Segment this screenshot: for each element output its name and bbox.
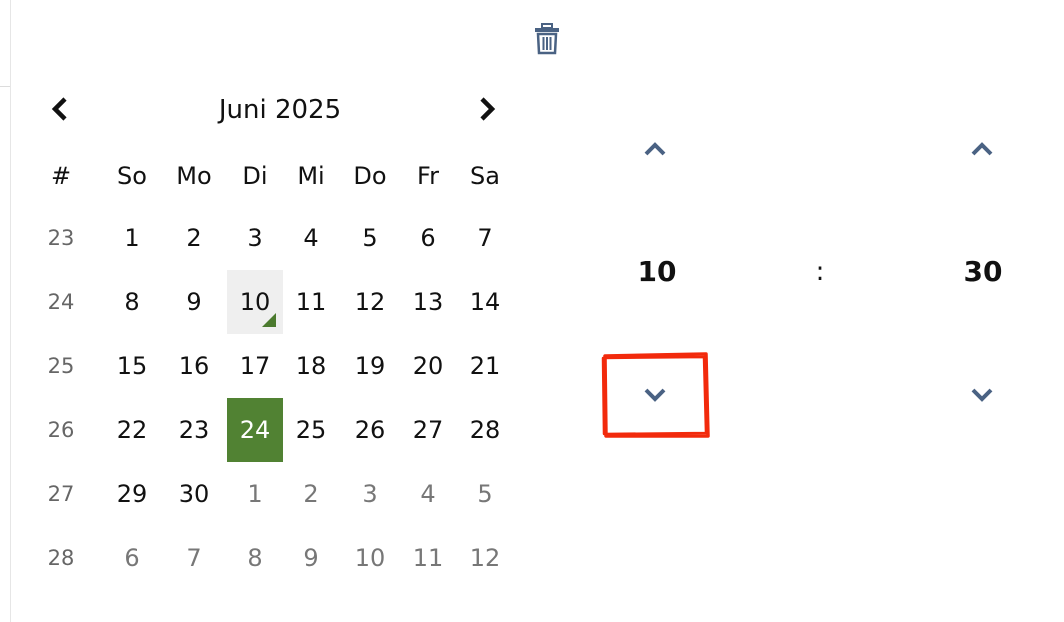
- week-number: 25: [47, 354, 75, 378]
- calendar-day[interactable]: 11: [283, 270, 339, 334]
- weekday-header: Fr: [417, 162, 439, 190]
- calendar-day[interactable]: 13: [400, 270, 456, 334]
- calendar-day[interactable]: 26: [342, 398, 398, 462]
- calendar-day[interactable]: 10: [227, 270, 283, 334]
- trash-icon: [535, 23, 559, 55]
- chevron-up-icon: [644, 142, 666, 156]
- calendar-day[interactable]: 23: [166, 398, 222, 462]
- calendar-day[interactable]: 10: [342, 526, 398, 590]
- hours-down-button[interactable]: [633, 379, 677, 415]
- chevron-right-icon: [480, 97, 496, 121]
- weekday-header: Sa: [470, 162, 500, 190]
- calendar-day[interactable]: 18: [283, 334, 339, 398]
- calendar-day[interactable]: 7: [457, 206, 513, 270]
- clear-button[interactable]: [531, 22, 563, 56]
- calendar-day[interactable]: 9: [166, 270, 222, 334]
- week-number: 27: [47, 482, 75, 506]
- chevron-up-icon: [971, 142, 993, 156]
- calendar-day[interactable]: 16: [166, 334, 222, 398]
- weekday-header: Mo: [176, 162, 212, 190]
- calendar-day[interactable]: 17: [227, 334, 283, 398]
- chevron-down-icon: [644, 388, 666, 402]
- calendar-day[interactable]: 29: [104, 462, 160, 526]
- week-number-header: #: [50, 162, 72, 190]
- calendar-day[interactable]: 8: [104, 270, 160, 334]
- chevron-down-icon: [971, 388, 993, 402]
- week-number: 28: [47, 546, 75, 570]
- next-month-button[interactable]: [470, 90, 504, 130]
- calendar-day[interactable]: 4: [283, 206, 339, 270]
- calendar-day[interactable]: 2: [166, 206, 222, 270]
- time-separator: :: [815, 257, 825, 287]
- minutes-up-button[interactable]: [960, 133, 1004, 169]
- weekday-header: Do: [353, 162, 387, 190]
- calendar-day[interactable]: 7: [166, 526, 222, 590]
- weekday-header: So: [117, 162, 147, 190]
- calendar-day[interactable]: 1: [227, 462, 283, 526]
- calendar-day[interactable]: 15: [104, 334, 160, 398]
- calendar-day[interactable]: 21: [457, 334, 513, 398]
- week-number: 26: [47, 418, 75, 442]
- weekday-header: Mi: [297, 162, 325, 190]
- chevron-left-icon: [51, 97, 67, 121]
- month-title[interactable]: Juni 2025: [180, 92, 380, 128]
- calendar-day[interactable]: 25: [283, 398, 339, 462]
- week-number: 23: [47, 226, 75, 250]
- calendar-day[interactable]: 9: [283, 526, 339, 590]
- calendar-day[interactable]: 20: [400, 334, 456, 398]
- calendar-day[interactable]: 27: [400, 398, 456, 462]
- calendar-day[interactable]: 22: [104, 398, 160, 462]
- calendar-day[interactable]: 2: [283, 462, 339, 526]
- hours-up-button[interactable]: [633, 133, 677, 169]
- calendar-day[interactable]: 28: [457, 398, 513, 462]
- weekday-header: Di: [242, 162, 268, 190]
- calendar-day[interactable]: 5: [457, 462, 513, 526]
- calendar-day[interactable]: 3: [342, 462, 398, 526]
- calendar-day[interactable]: 24: [227, 398, 283, 462]
- calendar-day[interactable]: 12: [457, 526, 513, 590]
- calendar-day[interactable]: 12: [342, 270, 398, 334]
- calendar-day[interactable]: 4: [400, 462, 456, 526]
- calendar-day[interactable]: 14: [457, 270, 513, 334]
- calendar-day[interactable]: 1: [104, 206, 160, 270]
- calendar-day[interactable]: 11: [400, 526, 456, 590]
- week-number: 24: [47, 290, 75, 314]
- calendar-day[interactable]: 5: [342, 206, 398, 270]
- hours-value[interactable]: 10: [617, 250, 697, 294]
- calendar-day[interactable]: 30: [166, 462, 222, 526]
- calendar-day[interactable]: 6: [104, 526, 160, 590]
- minutes-value[interactable]: 30: [943, 250, 1023, 294]
- calendar-day[interactable]: 19: [342, 334, 398, 398]
- panel-divider-tick: [0, 86, 10, 87]
- prev-month-button[interactable]: [43, 90, 77, 130]
- minutes-down-button[interactable]: [960, 379, 1004, 415]
- calendar-day[interactable]: 6: [400, 206, 456, 270]
- calendar-day[interactable]: 3: [227, 206, 283, 270]
- panel-divider: [10, 0, 11, 622]
- calendar-day[interactable]: 8: [227, 526, 283, 590]
